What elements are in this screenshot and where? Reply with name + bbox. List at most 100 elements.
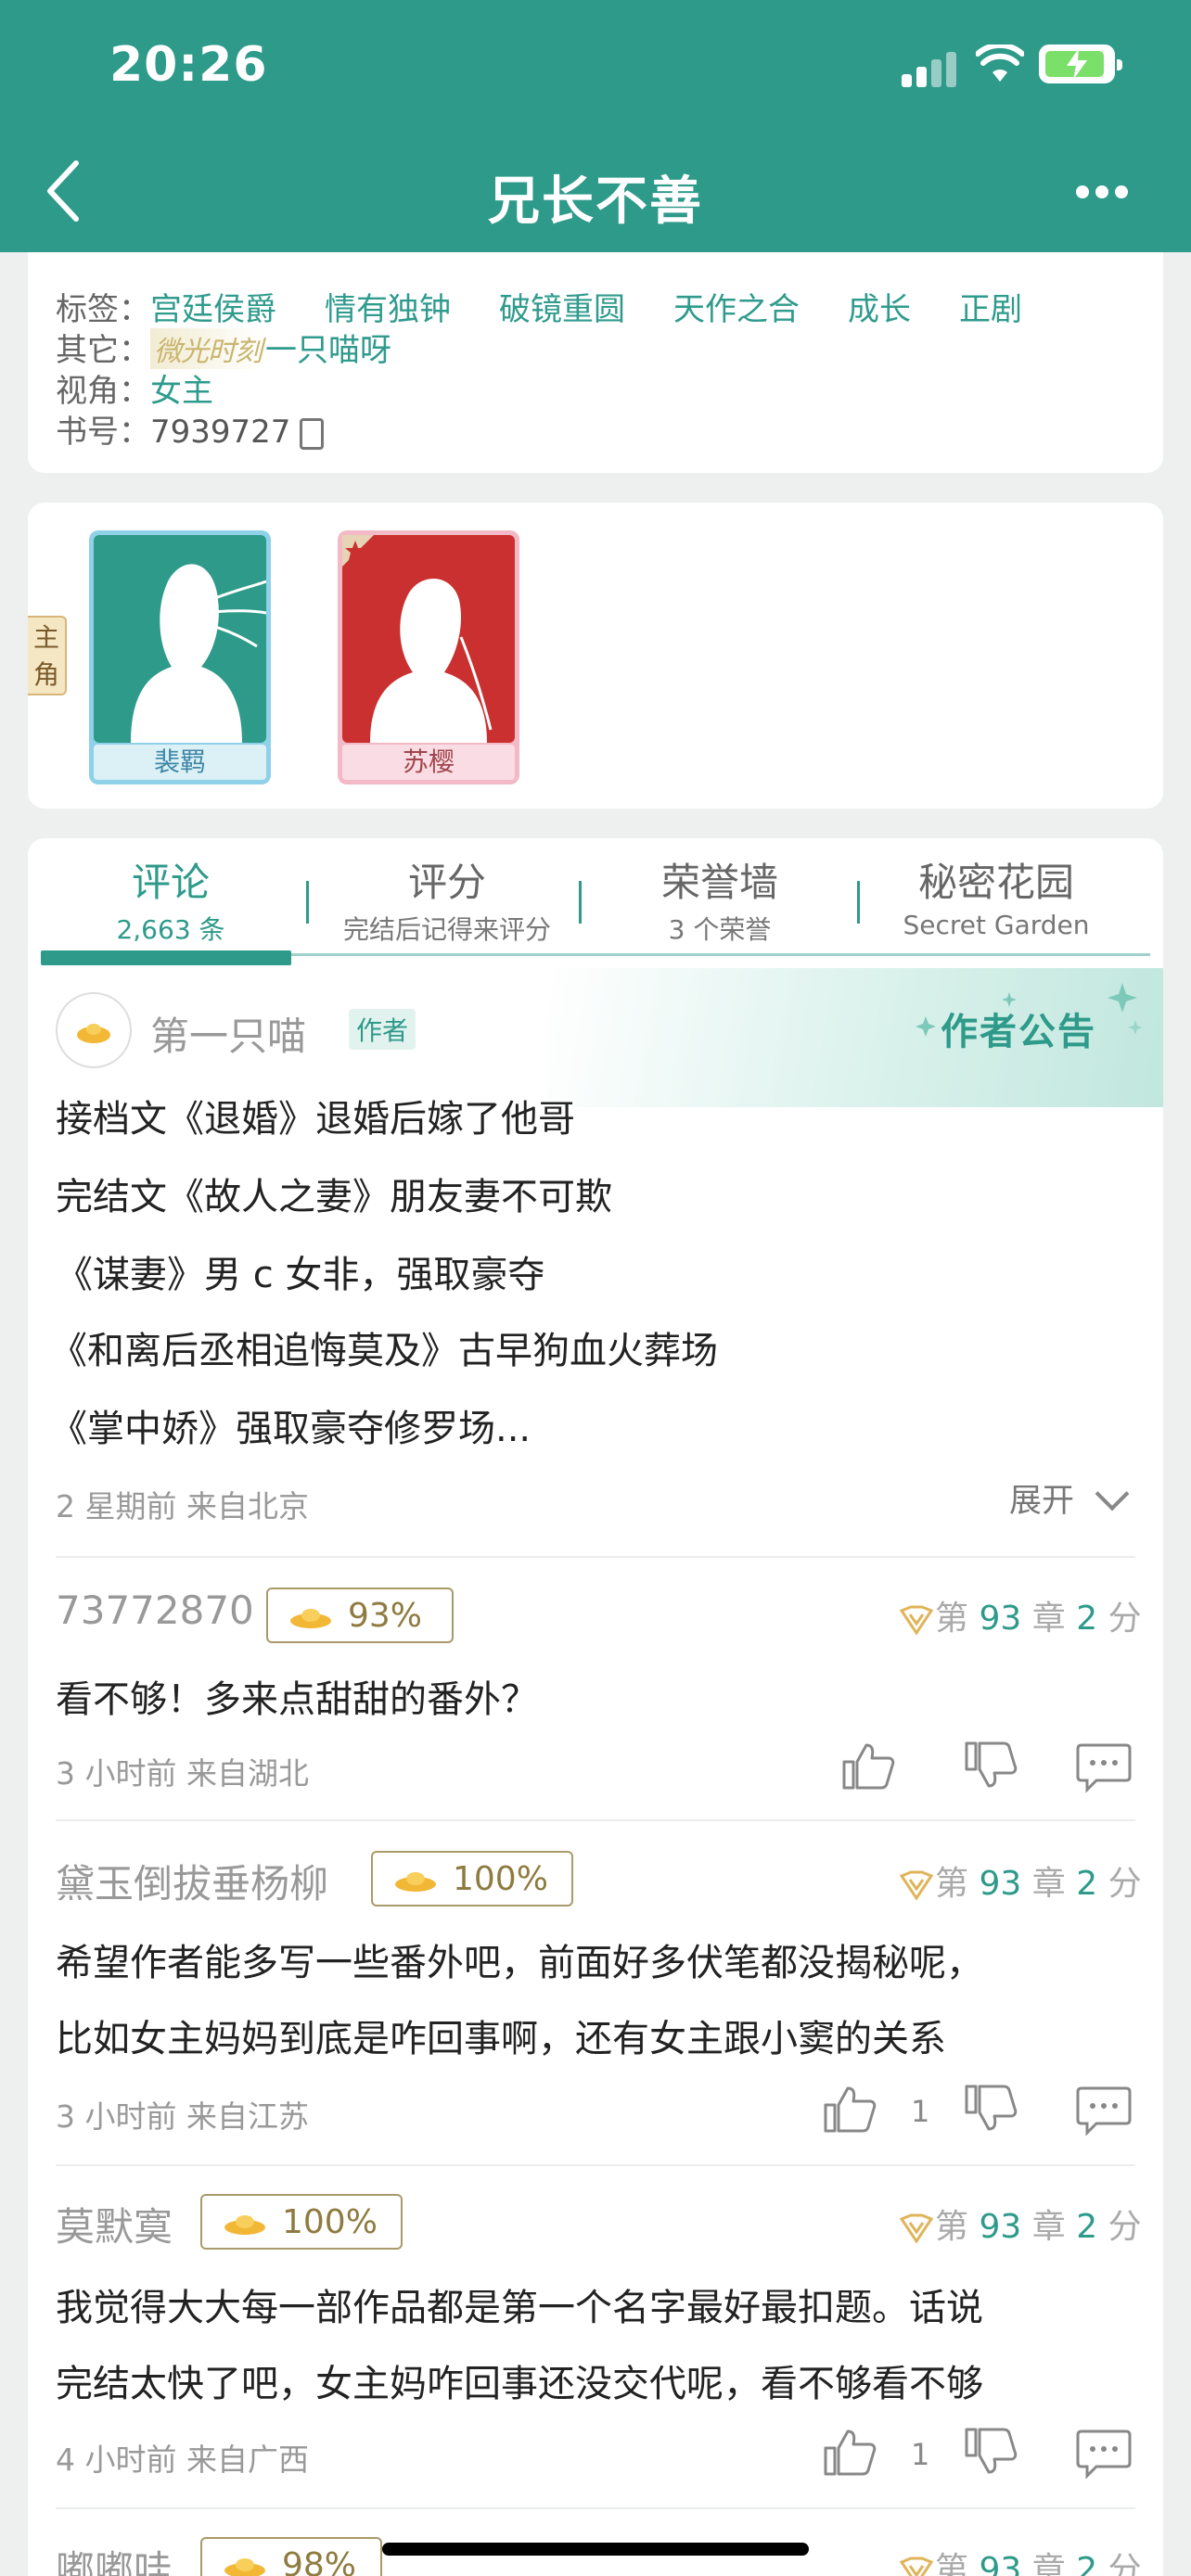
vip-icon — [900, 2213, 933, 2243]
reply-icon[interactable] — [1076, 2428, 1132, 2480]
dislike-icon[interactable] — [963, 2426, 1018, 2478]
tab-separator — [579, 881, 582, 924]
tab-sub: Secret Garden — [903, 910, 1090, 940]
comment-meta: 3 小时前 来自湖北 — [56, 1755, 309, 1792]
announcement-line: 完结文《故人之妻》朋友妻不可欺 — [56, 1176, 612, 1218]
tab-honor-wall[interactable]: 荣誉墙 3 个荣誉 — [599, 851, 840, 947]
comment-username[interactable]: 73772870 — [56, 1588, 254, 1633]
announcement-line: 接档文《退婚》退婚后嫁了他哥 — [56, 1098, 575, 1141]
home-indicator[interactable] — [382, 2543, 809, 2556]
role-card[interactable]: 苏樱 — [338, 530, 519, 784]
other-value[interactable]: 一只喵呀 — [265, 332, 391, 369]
tab-sub: 3 个荣誉 — [668, 914, 772, 945]
comment-username[interactable]: 嘟嘟哇 — [56, 2539, 173, 2576]
comments-card: 评论 2,663 条 评分完结后记得来评分 荣誉墙 3 个荣誉 秘密花园 Secret… — [28, 838, 1163, 2576]
silhouette-icon — [342, 535, 515, 743]
tag-item[interactable]: 宫廷侯爵 — [150, 291, 276, 328]
chapter-score: 第 93 章 2 分 — [900, 2200, 1142, 2248]
tag-item[interactable]: 正剧 — [959, 291, 1022, 328]
announcement-line: 《掌中娇》强取豪夺修罗场... — [50, 1408, 531, 1450]
comment-text: 看不够！多来点甜甜的番外？ — [56, 1678, 538, 1721]
comment-meta: 4 小时前 来自广西 — [56, 2442, 309, 2478]
tab-label: 秘密花园 — [917, 860, 1074, 905]
gold-percent: 100% — [282, 2203, 378, 2241]
score-unit: 分 — [1108, 1600, 1142, 1638]
copy-icon[interactable] — [300, 417, 325, 450]
reply-icon[interactable] — [1076, 2085, 1132, 2136]
expand-button[interactable]: 展开 — [1009, 1474, 1074, 1522]
gold-percent: 100% — [453, 1860, 548, 1898]
gold-percent-badge: 98% — [200, 2537, 382, 2576]
reply-icon[interactable] — [1076, 1741, 1132, 1793]
highlight-badge: 微光时刻 — [150, 328, 265, 369]
comment-text: 我觉得大大每一部作品都是第一个名字最好最扣题。话说 — [56, 2287, 983, 2329]
tab-label: 荣誉墙 — [660, 860, 778, 905]
announcement-meta: 2 星期前 来自北京 — [56, 1488, 309, 1524]
role-card[interactable]: 裴羁 — [89, 530, 271, 784]
chapter-word: 章 — [1031, 1600, 1066, 1638]
dislike-icon[interactable] — [963, 2083, 1018, 2135]
comment-username[interactable]: 黛玉倒拔垂杨柳 — [56, 1853, 328, 1909]
comment-text: 比如女主妈妈到底是咋回事啊，还有女主跟小窦的关系 — [56, 2018, 946, 2060]
score-value: 2 — [1076, 1865, 1098, 1903]
tag-item[interactable]: 情有独钟 — [325, 291, 451, 328]
gold-percent-badge: 100% — [371, 1851, 573, 1906]
tags-label: 标签： — [56, 291, 150, 328]
gold-ingot-icon — [290, 1609, 331, 1628]
score-unit: 分 — [1108, 2208, 1142, 2246]
like-icon[interactable] — [822, 2083, 877, 2135]
tag-item[interactable]: 成长 — [848, 291, 911, 328]
dislike-icon[interactable] — [963, 1740, 1018, 1792]
page-title: 兄长不善 — [488, 172, 703, 232]
tag-item[interactable]: 天作之合 — [673, 291, 800, 328]
tab-comments[interactable]: 评论 2,663 条 — [50, 851, 291, 947]
book-info-card: 标签：宫廷侯爵 情有独钟 破镜重圆 天作之合 成长 正剧 其它： 微光时刻 一只喵呀 视角：女… — [28, 252, 1163, 473]
tab-separator — [306, 881, 309, 924]
chapter-score: 第 93 章 2 分 — [900, 1591, 1142, 1639]
book-number-label: 书号： — [56, 414, 150, 451]
tab-ratings[interactable]: 评分完结后记得来评分 — [327, 851, 568, 947]
status-time: 20:26 — [109, 37, 268, 93]
announcement-label: 作者公告 — [941, 1011, 1096, 1053]
chapter-word: 章 — [1031, 1865, 1066, 1903]
tab-sub: 2,663 条 — [116, 914, 225, 945]
author-name[interactable]: 第一只喵 — [150, 1005, 306, 1062]
divider — [56, 1556, 1135, 1558]
view-value: 女主 — [150, 373, 213, 410]
top-bar: 20:26 兄长不善 — [0, 0, 1191, 252]
comment-username[interactable]: 莫默寞 — [56, 2196, 173, 2252]
chapter-number: 93 — [979, 2208, 1022, 2246]
gold-ingot-icon — [395, 1872, 436, 1892]
vip-icon — [900, 1605, 933, 1635]
chapter-score: 第 93 章 2 分 — [900, 2543, 1142, 2576]
more-options-icon[interactable] — [1076, 185, 1128, 200]
chevron-down-icon[interactable] — [1095, 1476, 1130, 1511]
view-row: 视角：女主 — [56, 365, 213, 411]
tab-label: 评分 — [407, 860, 486, 905]
announcement-line: 《谋妻》男 c 女非，强取豪夺 — [56, 1254, 545, 1296]
tab-separator — [857, 881, 860, 924]
tags-row: 标签：宫廷侯爵 情有独钟 破镜重圆 天作之合 成长 正剧 — [56, 284, 1070, 329]
signal-icon — [902, 50, 959, 87]
silhouette-icon — [94, 535, 267, 743]
author-avatar[interactable] — [56, 992, 132, 1068]
divider — [56, 1819, 1135, 1821]
gold-ingot-icon — [224, 2558, 265, 2576]
gold-percent-badge: 93% — [266, 1588, 454, 1643]
chapter-number: 93 — [979, 1865, 1022, 1903]
vip-icon — [900, 1870, 933, 1900]
score-value: 2 — [1076, 1600, 1098, 1638]
chapter-prefix: 第 — [935, 1865, 969, 1903]
other-row: 其它： 微光时刻 一只喵呀 — [56, 325, 391, 370]
like-icon[interactable] — [822, 2426, 877, 2478]
chapter-prefix: 第 — [935, 2551, 969, 2576]
tag-item[interactable]: 破镜重圆 — [499, 291, 625, 328]
comment-meta: 3 小时前 来自江苏 — [56, 2098, 309, 2135]
comment-text: 完结太快了吧，女主妈咋回事还没交代呢，看不够看不够 — [56, 2363, 983, 2405]
wifi-icon — [976, 45, 1024, 82]
tab-sub: 完结后记得来评分 — [342, 914, 551, 945]
like-icon[interactable] — [840, 1740, 896, 1792]
chapter-score: 第 93 章 2 分 — [900, 1856, 1142, 1905]
tab-secret-garden[interactable]: 秘密花园 Secret Garden — [876, 851, 1117, 940]
score-unit: 分 — [1108, 2551, 1142, 2576]
